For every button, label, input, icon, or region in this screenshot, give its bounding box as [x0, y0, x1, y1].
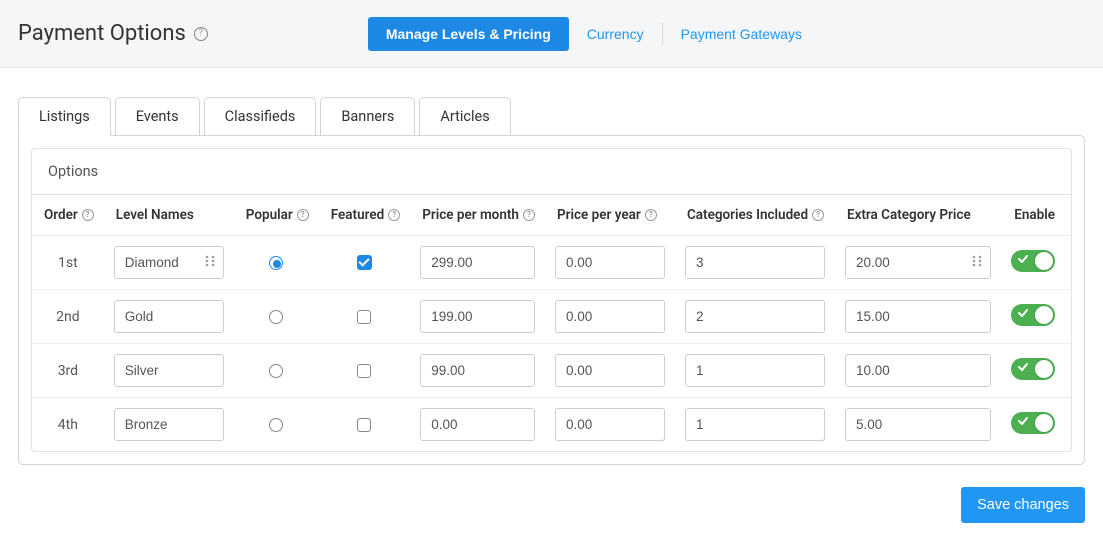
- help-icon[interactable]: ?: [812, 209, 824, 221]
- table-row: 4th: [32, 398, 1071, 452]
- col-level-label: Level Names: [116, 207, 194, 223]
- extra-category-price-input[interactable]: [845, 408, 991, 441]
- tab-listings[interactable]: Listings: [18, 97, 111, 136]
- top-bar: Payment Options ? Manage Levels & Pricin…: [0, 0, 1103, 68]
- order-cell: 1st: [32, 236, 104, 290]
- enable-toggle[interactable]: [1011, 358, 1055, 380]
- top-nav: Manage Levels & Pricing Currency Payment…: [368, 17, 820, 51]
- col-featured: Featured?: [319, 195, 410, 236]
- categories-included-input[interactable]: [685, 408, 825, 441]
- check-icon: [1018, 254, 1028, 267]
- col-cats: Categories Included?: [675, 195, 835, 236]
- enable-toggle[interactable]: [1011, 412, 1055, 434]
- enable-toggle[interactable]: [1011, 304, 1055, 326]
- col-enable-label: Enable: [1014, 207, 1055, 223]
- options-table: Order? Level Names Popular? Featured? Pr…: [32, 194, 1071, 451]
- tab-bar: ListingsEventsClassifiedsBannersArticles: [18, 96, 1085, 135]
- featured-checkbox[interactable]: [357, 364, 371, 378]
- col-level: Level Names: [104, 195, 234, 236]
- categories-included-input[interactable]: [685, 246, 825, 279]
- table-header-row: Order? Level Names Popular? Featured? Pr…: [32, 195, 1071, 236]
- col-ppm-label: Price per month: [422, 207, 519, 223]
- col-popular-label: Popular: [246, 207, 293, 223]
- help-icon[interactable]: ?: [297, 209, 309, 221]
- toggle-knob: [1035, 360, 1053, 378]
- extra-category-price-input[interactable]: [845, 354, 991, 387]
- order-cell: 4th: [32, 398, 104, 452]
- nav-manage-levels[interactable]: Manage Levels & Pricing: [368, 17, 569, 51]
- save-button[interactable]: Save changes: [961, 487, 1085, 523]
- check-icon: [1018, 416, 1028, 429]
- featured-checkbox[interactable]: [357, 255, 372, 270]
- col-ppy: Price per year?: [545, 195, 675, 236]
- page-title-text: Payment Options: [18, 21, 186, 46]
- col-order: Order?: [32, 195, 104, 236]
- col-ppm: Price per month?: [410, 195, 545, 236]
- featured-checkbox[interactable]: [357, 310, 371, 324]
- tab-events[interactable]: Events: [115, 97, 200, 136]
- col-popular: Popular?: [234, 195, 319, 236]
- help-icon[interactable]: ?: [388, 209, 400, 221]
- options-table-wrap: Order? Level Names Popular? Featured? Pr…: [31, 194, 1072, 452]
- featured-checkbox[interactable]: [357, 418, 371, 432]
- tab-articles[interactable]: Articles: [419, 97, 510, 136]
- popular-radio[interactable]: [269, 256, 283, 270]
- price-per-month-input[interactable]: [420, 408, 535, 441]
- price-per-month-input[interactable]: [420, 246, 535, 279]
- col-enable: Enable: [1001, 195, 1071, 236]
- categories-included-input[interactable]: [685, 354, 825, 387]
- popular-radio[interactable]: [269, 418, 283, 432]
- level-name-input[interactable]: [114, 354, 224, 387]
- toggle-knob: [1035, 252, 1053, 270]
- help-icon[interactable]: ?: [82, 209, 94, 221]
- nav-gateways[interactable]: Payment Gateways: [663, 17, 820, 51]
- nav-currency[interactable]: Currency: [569, 17, 662, 51]
- extra-category-price-input[interactable]: [845, 246, 991, 279]
- price-per-year-input[interactable]: [555, 408, 665, 441]
- price-per-year-input[interactable]: [555, 300, 665, 333]
- order-cell: 2nd: [32, 290, 104, 344]
- enable-toggle[interactable]: [1011, 250, 1055, 272]
- check-icon: [1018, 362, 1028, 375]
- order-cell: 3rd: [32, 344, 104, 398]
- col-extracat: Extra Category Price: [835, 195, 1001, 236]
- popular-radio[interactable]: [269, 364, 283, 378]
- col-extracat-label: Extra Category Price: [847, 207, 971, 223]
- help-icon[interactable]: ?: [194, 27, 208, 41]
- toggle-knob: [1035, 414, 1053, 432]
- price-per-month-input[interactable]: [420, 300, 535, 333]
- tab-banners[interactable]: Banners: [320, 97, 415, 136]
- categories-included-input[interactable]: [685, 300, 825, 333]
- price-per-year-input[interactable]: [555, 246, 665, 279]
- col-ppy-label: Price per year: [557, 207, 641, 223]
- price-per-year-input[interactable]: [555, 354, 665, 387]
- table-row: 3rd: [32, 344, 1071, 398]
- toggle-knob: [1035, 306, 1053, 324]
- panel-header: Options: [31, 148, 1072, 194]
- table-row: 1st: [32, 236, 1071, 290]
- page-title: Payment Options ?: [18, 21, 208, 46]
- col-order-label: Order: [44, 207, 78, 223]
- content: ListingsEventsClassifiedsBannersArticles…: [0, 68, 1103, 483]
- level-name-input[interactable]: [114, 300, 224, 333]
- help-icon[interactable]: ?: [523, 209, 535, 221]
- save-row: Save changes: [0, 483, 1103, 541]
- help-icon[interactable]: ?: [645, 209, 657, 221]
- tab-classifieds[interactable]: Classifieds: [204, 97, 317, 136]
- col-cats-label: Categories Included: [687, 207, 808, 223]
- level-name-input[interactable]: [114, 246, 224, 279]
- col-featured-label: Featured: [331, 207, 384, 223]
- price-per-month-input[interactable]: [420, 354, 535, 387]
- popular-radio[interactable]: [269, 310, 283, 324]
- table-row: 2nd: [32, 290, 1071, 344]
- extra-category-price-input[interactable]: [845, 300, 991, 333]
- level-name-input[interactable]: [114, 408, 224, 441]
- options-panel: Options Order? Level Names Popular? Feat…: [18, 135, 1085, 465]
- check-icon: [1018, 308, 1028, 321]
